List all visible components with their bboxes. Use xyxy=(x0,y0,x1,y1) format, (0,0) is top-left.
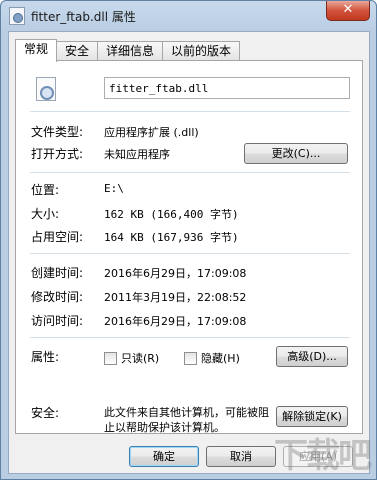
readonly-checkbox[interactable]: 只读(R) xyxy=(104,350,159,366)
location-label: 位置: xyxy=(31,183,60,197)
tab-strip: 常规 安全 详细信息 以前的版本 xyxy=(15,39,241,62)
location-value: E:\ xyxy=(104,182,124,195)
attributes-label: 属性: xyxy=(31,350,60,364)
hidden-checkbox-box[interactable] xyxy=(184,351,197,365)
open-with-label: 打开方式: xyxy=(31,147,84,161)
close-button[interactable]: ✕ xyxy=(326,1,370,21)
ok-button[interactable]: 确定 xyxy=(129,446,199,467)
size-on-disk-label: 占用空间: xyxy=(31,230,84,244)
accessed-label: 访问时间: xyxy=(31,314,84,328)
tab-general[interactable]: 常规 xyxy=(15,39,58,62)
accessed-value: 2016年6月29日，17:09:08 xyxy=(104,315,247,328)
hidden-checkbox[interactable]: 隐藏(H) xyxy=(184,350,240,366)
file-type-label: 文件类型: xyxy=(31,125,84,139)
modified-value: 2011年3月19日，22:08:52 xyxy=(104,291,247,304)
modified-label: 修改时间: xyxy=(31,290,84,304)
divider xyxy=(30,111,350,112)
security-warning-text: 此文件来自其他计算机，可能被阻止以帮助保护该计算机。 xyxy=(104,406,269,434)
window-title: fitter_ftab.dll 属性 xyxy=(31,10,136,24)
hidden-checkbox-label: 隐藏(H) xyxy=(201,352,240,365)
open-with-value: 未知应用程序 xyxy=(104,148,170,161)
unblock-button[interactable]: 解除锁定(K) xyxy=(276,406,348,427)
created-label: 创建时间: xyxy=(31,266,84,280)
tab-previous-versions[interactable]: 以前的版本 xyxy=(162,41,241,61)
readonly-checkbox-box[interactable] xyxy=(104,351,117,365)
tab-details[interactable]: 详细信息 xyxy=(97,41,164,61)
dll-file-icon xyxy=(9,7,25,25)
divider xyxy=(30,172,350,173)
size-label: 大小: xyxy=(31,207,60,221)
cancel-button[interactable]: 取消 xyxy=(206,446,276,467)
readonly-checkbox-label: 只读(R) xyxy=(121,352,160,365)
filename-field[interactable] xyxy=(104,77,350,99)
size-on-disk-value: 164 KB (167,936 字节) xyxy=(104,231,239,244)
watermark-logo: 下载吧 xyxy=(274,436,372,476)
dll-file-icon xyxy=(36,77,56,101)
created-value: 2016年6月29日，17:09:08 xyxy=(104,267,247,280)
file-type-value: 应用程序扩展 (.dll) xyxy=(104,126,199,139)
divider xyxy=(30,253,350,254)
divider xyxy=(30,337,350,338)
general-tab-panel: 文件类型: 应用程序扩展 (.dll) 打开方式: 未知应用程序 更改(C)..… xyxy=(15,60,363,434)
security-label: 安全: xyxy=(31,406,60,420)
change-button[interactable]: 更改(C)... xyxy=(244,143,348,164)
size-value: 162 KB (166,400 字节) xyxy=(104,208,239,221)
dialog-client-area: 常规 安全 详细信息 以前的版本 文件类型: 应用程序扩展 (.dll) 打开方… xyxy=(8,31,370,474)
title-bar[interactable]: fitter_ftab.dll 属性 ✕ xyxy=(1,1,376,31)
properties-window: fitter_ftab.dll 属性 ✕ 常规 安全 详细信息 以前的版本 文件… xyxy=(0,0,377,480)
tab-security[interactable]: 安全 xyxy=(56,41,99,61)
advanced-button[interactable]: 高级(D)... xyxy=(276,346,348,367)
